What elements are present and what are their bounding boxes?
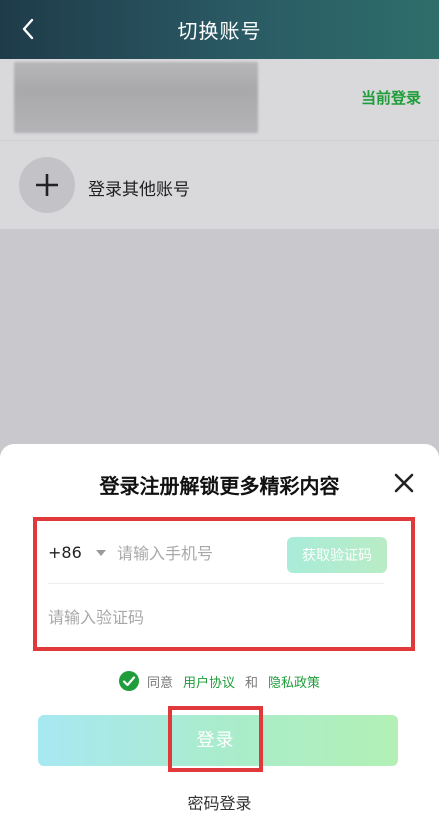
back-arrow-icon	[22, 18, 34, 40]
sheet-title: 登录注册解锁更多精彩内容	[99, 474, 340, 498]
top-bar: 切换账号	[0, 0, 439, 59]
agree-and: 和	[245, 675, 259, 691]
login-sheet: 登录注册解锁更多精彩内容 +86 获取验证码 同意 用户协议 和	[0, 444, 439, 827]
code-row	[37, 585, 411, 647]
current-login-badge: 当前登录	[360, 89, 421, 107]
account-list: 当前登录 登录其他账号	[0, 59, 439, 229]
login-form-highlight: +86 获取验证码	[33, 517, 415, 651]
account-info-blurred	[14, 62, 258, 133]
page-title: 切换账号	[177, 19, 262, 43]
current-account-row[interactable]: 当前登录	[0, 59, 439, 141]
close-icon	[394, 473, 414, 493]
user-agreement-link[interactable]: 用户协议	[183, 672, 235, 691]
add-account-row[interactable]: 登录其他账号	[0, 142, 439, 229]
phone-row: +86 获取验证码	[37, 521, 411, 585]
check-circle-icon[interactable]	[118, 671, 139, 691]
back-button[interactable]	[14, 14, 42, 44]
agreement-row: 同意 用户协议 和 隐私政策	[0, 671, 439, 691]
verification-code-input[interactable]	[48, 603, 368, 631]
phone-input[interactable]	[117, 539, 277, 567]
country-code-selector[interactable]: +86	[48, 543, 82, 562]
agree-prefix: 同意	[146, 675, 173, 691]
privacy-policy-link[interactable]: 隐私政策	[268, 672, 320, 691]
password-login-link[interactable]: 密码登录	[0, 790, 439, 814]
get-code-button[interactable]: 获取验证码	[287, 537, 387, 573]
add-account-button[interactable]	[19, 157, 75, 213]
add-account-label: 登录其他账号	[88, 180, 190, 200]
close-button[interactable]	[391, 470, 417, 496]
login-button[interactable]	[38, 715, 398, 766]
form-divider	[48, 583, 384, 584]
caret-down-icon[interactable]	[95, 547, 107, 559]
plus-icon	[36, 174, 58, 196]
